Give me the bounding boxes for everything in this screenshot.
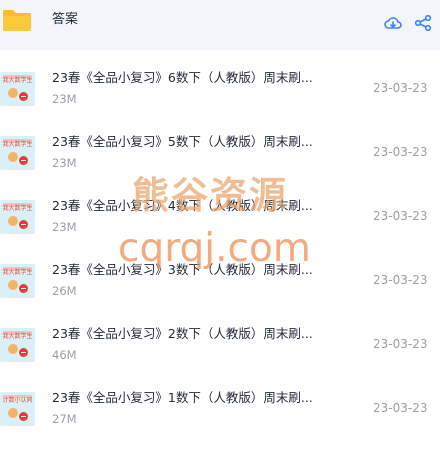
folder-header: 答案 [0, 0, 440, 50]
file-date: 23-03-23 [373, 337, 428, 351]
file-size: 23M [52, 220, 77, 234]
file-name: 23春《全品小复习》5数下（人教版）周末刷... [52, 134, 313, 149]
file-size: 26M [52, 284, 77, 298]
folder-icon [3, 10, 31, 31]
file-date: 23-03-23 [373, 273, 428, 287]
file-size: 23M [52, 92, 77, 106]
file-name: 23春《全品小复习》3数下（人教版）周末刷... [52, 262, 313, 277]
file-row[interactable]: 我大数学生 23春《全品小复习》5数下（人教版）周末刷... 23M 23-03… [0, 131, 440, 195]
file-row[interactable]: 计数小认同 23春《全品小复习》1数下（人教版）周末刷... 27M 23-03… [0, 387, 440, 451]
file-date: 23-03-23 [373, 401, 428, 415]
file-row[interactable]: 我大数学生 23春《全品小复习》6数下（人教版）周末刷... 23M 23-03… [0, 67, 440, 131]
file-size: 46M [52, 348, 77, 362]
file-date: 23-03-23 [373, 145, 428, 159]
file-thumbnail: 计数小认同 [0, 392, 35, 426]
cloud-download-icon[interactable] [384, 14, 402, 32]
file-thumbnail: 我大数学生 [0, 136, 35, 170]
file-name: 23春《全品小复习》6数下（人教版）周末刷... [52, 70, 313, 85]
file-size: 23M [52, 156, 77, 170]
file-thumbnail: 我大数学生 [0, 200, 35, 234]
file-date: 23-03-23 [373, 81, 428, 95]
file-row[interactable]: 我大数学生 23春《全品小复习》2数下（人教版）周末刷... 46M 23-03… [0, 323, 440, 387]
file-size: 27M [52, 412, 77, 426]
file-row[interactable]: 我大数学生 23春《全品小复习》4数下（人教版）周末刷... 23M 23-03… [0, 195, 440, 259]
file-thumbnail: 我大数学生 [0, 264, 35, 298]
folder-title: 答案 [52, 12, 79, 27]
share-icon[interactable] [414, 14, 432, 32]
file-name: 23春《全品小复习》2数下（人教版）周末刷... [52, 326, 313, 341]
file-row[interactable]: 我大数学生 23春《全品小复习》3数下（人教版）周末刷... 26M 23-03… [0, 259, 440, 323]
file-date: 23-03-23 [373, 209, 428, 223]
file-name: 23春《全品小复习》1数下（人教版）周末刷... [52, 390, 313, 405]
file-thumbnail: 我大数学生 [0, 328, 35, 362]
file-name: 23春《全品小复习》4数下（人教版）周末刷... [52, 198, 313, 213]
file-thumbnail: 我大数学生 [0, 72, 35, 106]
